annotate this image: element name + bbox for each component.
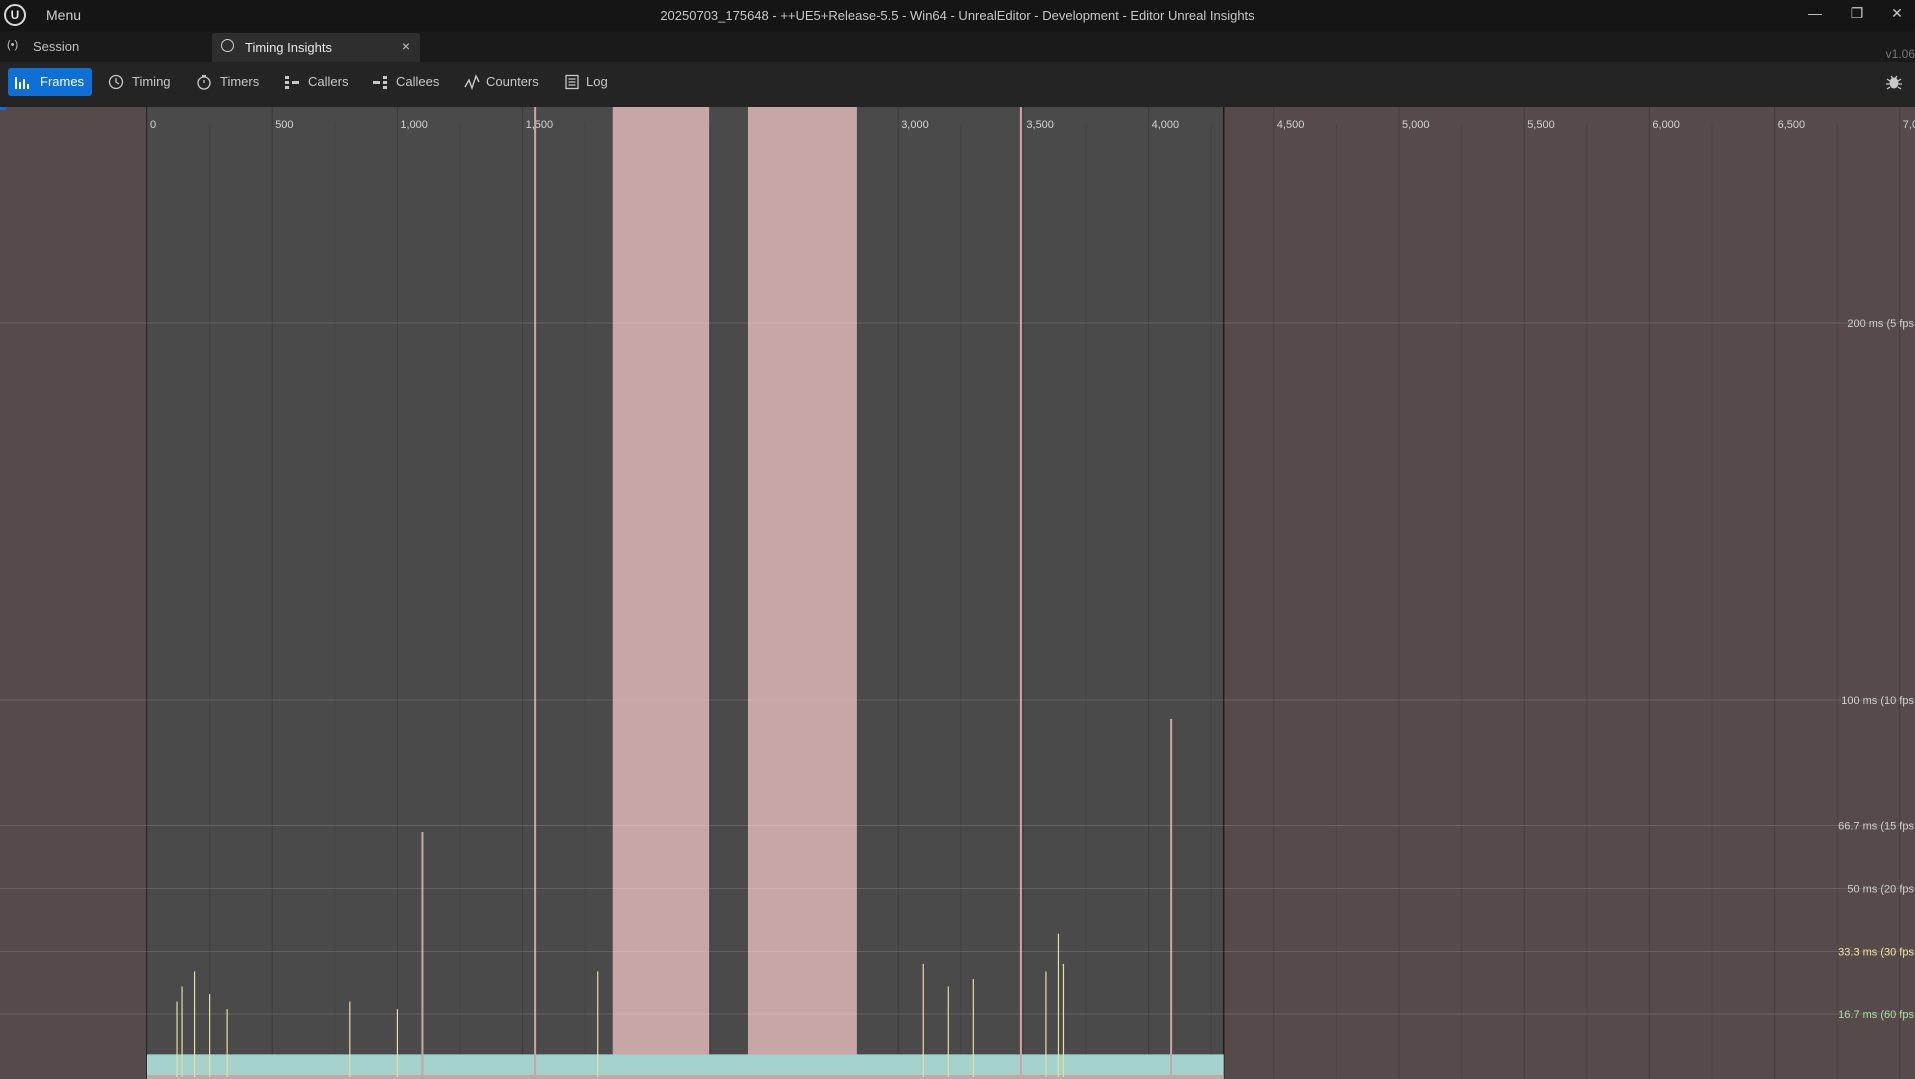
fps-reference-label: 200 ms (5 fps bbox=[1847, 318, 1914, 330]
fps-reference-label: 100 ms (10 fps bbox=[1841, 695, 1914, 707]
frames-chart-svg[interactable]: 05001,0001,5002,0002,5003,0003,5004,0004… bbox=[0, 107, 1915, 1079]
clock-icon bbox=[221, 39, 234, 52]
bug-icon[interactable] bbox=[1885, 73, 1903, 91]
counters-button[interactable]: Counters bbox=[458, 68, 550, 96]
callees-icon bbox=[373, 76, 387, 89]
stopwatch-icon bbox=[197, 75, 211, 90]
fps-reference-label: 33.3 ms (30 fps bbox=[1838, 946, 1914, 958]
x-tick-label: 4,500 bbox=[1277, 119, 1305, 131]
tab-timing-insights[interactable]: Timing Insights × bbox=[212, 33, 420, 62]
timers-label: Timers bbox=[220, 74, 260, 89]
log-button[interactable]: Log bbox=[558, 68, 618, 96]
x-tick-label: 1,000 bbox=[400, 119, 428, 131]
x-tick-label: 5,000 bbox=[1402, 119, 1430, 131]
broadcast-icon: (•) bbox=[7, 39, 19, 51]
tab-session-label: Session bbox=[33, 39, 80, 54]
x-tick-label: 500 bbox=[275, 119, 293, 131]
callers-label: Callers bbox=[308, 74, 349, 89]
x-tick-label: 5,500 bbox=[1527, 119, 1555, 131]
x-tick-label: 6,000 bbox=[1652, 119, 1680, 131]
counters-label: Counters bbox=[486, 74, 539, 89]
tab-bar: (•) Session Timing Insights × v1.06 bbox=[0, 31, 1915, 62]
log-icon bbox=[565, 74, 579, 90]
frames-button[interactable]: Frames bbox=[8, 68, 92, 96]
window-title: 20250703_175648 - ++UE5+Release-5.5 - Wi… bbox=[660, 8, 1255, 23]
restore-button[interactable]: ❐ bbox=[1837, 2, 1877, 26]
x-tick-label: 3,000 bbox=[901, 119, 929, 131]
tab-session[interactable]: (•) Session bbox=[0, 31, 210, 62]
fps-reference-label: 16.7 ms (60 fps bbox=[1838, 1009, 1914, 1021]
tab-timing-insights-label: Timing Insights bbox=[245, 40, 332, 55]
bar-chart-icon bbox=[15, 77, 29, 89]
timing-button[interactable]: Timing bbox=[102, 68, 184, 96]
timers-button[interactable]: Timers bbox=[190, 68, 270, 96]
x-tick-label: 1,500 bbox=[526, 119, 554, 131]
toolbar: Frames Timing Timers Callers Callees Cou… bbox=[0, 62, 1915, 107]
out-of-range-left bbox=[0, 107, 146, 1079]
minimize-button[interactable]: — bbox=[1795, 2, 1835, 26]
close-tab-button[interactable]: × bbox=[402, 38, 410, 54]
scroll-indicator bbox=[0, 107, 6, 110]
counters-icon bbox=[464, 74, 480, 90]
frame-block bbox=[612, 107, 710, 1079]
x-tick-label: 6,500 bbox=[1778, 119, 1806, 131]
callees-label: Callees bbox=[396, 74, 440, 89]
clock-icon bbox=[108, 74, 124, 90]
callers-button[interactable]: Callers bbox=[278, 68, 358, 96]
callers-icon bbox=[285, 76, 299, 89]
title-bar: U Menu 20250703_175648 - ++UE5+Release-5… bbox=[0, 0, 1915, 31]
out-of-range-right bbox=[1223, 107, 1915, 1079]
version-label: v1.06 bbox=[1885, 47, 1915, 61]
x-tick-label: 0 bbox=[150, 119, 156, 131]
close-window-button[interactable]: ✕ bbox=[1877, 2, 1915, 26]
fps-reference-label: 50 ms (20 fps bbox=[1847, 884, 1914, 896]
frame-block bbox=[747, 107, 857, 1079]
fps-reference-label: 66.7 ms (15 fps bbox=[1838, 821, 1914, 833]
timing-label: Timing bbox=[132, 74, 171, 89]
frames-chart[interactable]: 05001,0001,5002,0002,5003,0003,5004,0004… bbox=[0, 107, 1915, 1079]
callees-button[interactable]: Callees bbox=[366, 68, 450, 96]
x-tick-label: 4,000 bbox=[1152, 119, 1180, 131]
x-tick-label: 3,500 bbox=[1026, 119, 1054, 131]
x-tick-label: 7,0 bbox=[1903, 119, 1915, 131]
log-label: Log bbox=[586, 74, 608, 89]
frames-label: Frames bbox=[40, 74, 85, 89]
baseline-bottom bbox=[147, 1075, 1224, 1079]
